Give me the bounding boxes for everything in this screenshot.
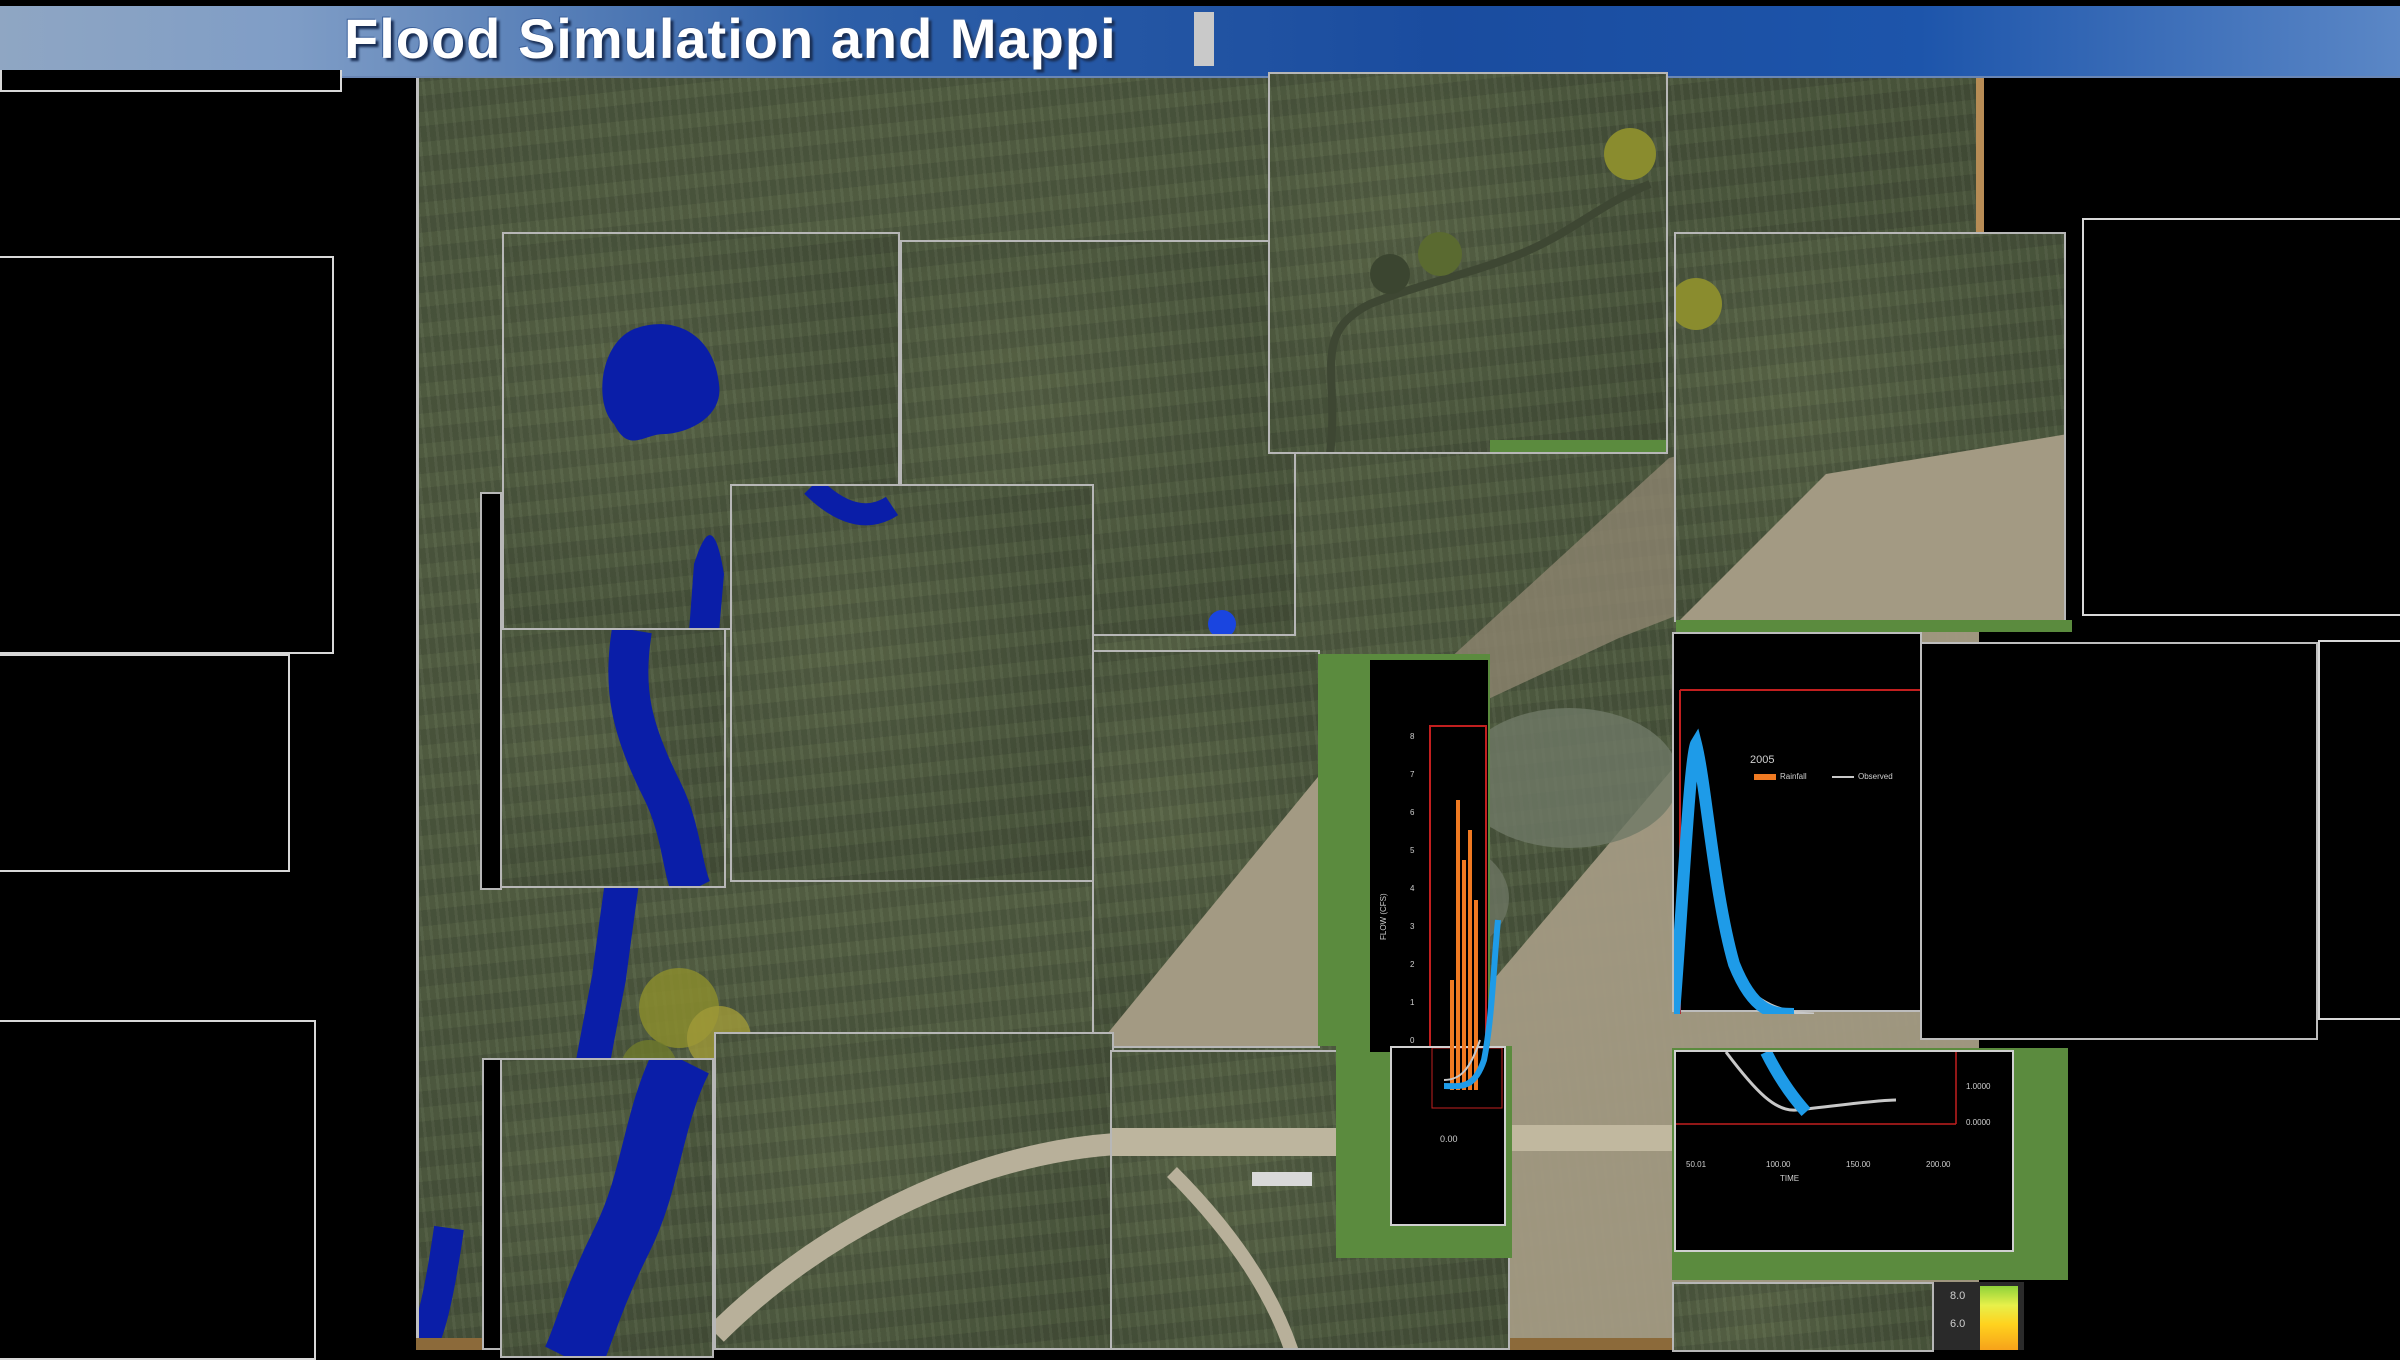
color-scale-panel: 8.0 6.0 — [1934, 1282, 2024, 1350]
right-hydrograph-chart-lower[interactable]: 1.0000 0.0000 50.01 100.00 150.00 200.00… — [1674, 1049, 2014, 1252]
legend-observed-label: Observed — [1858, 772, 1893, 781]
left-chart-y-label: FLOW (CFS) — [1379, 893, 1388, 940]
left-chart-y-tick: 0 — [1410, 1036, 1415, 1045]
text-cursor — [1194, 12, 1214, 66]
left-chart-series — [1443, 800, 1501, 1090]
page-title: Flood Simulation and Mappi — [344, 7, 1117, 70]
empty-window-right-2[interactable] — [2318, 640, 2400, 1020]
left-chart-y-tick: 2 — [1410, 960, 1415, 969]
chart-year-label: 2005 — [1750, 754, 1775, 766]
right-hydrograph-plot — [1668, 689, 1920, 1020]
empty-window-left-3[interactable] — [0, 1020, 316, 1360]
map-tile-6[interactable] — [490, 628, 726, 888]
x-tick-2: 100.00 — [1766, 1160, 1791, 1169]
frame-green-strip-top — [1676, 620, 2072, 632]
right-axis-tick-1: 1.0000 — [1966, 1082, 1991, 1091]
left-chart-y-tick: 6 — [1410, 808, 1415, 817]
empty-window-right-1[interactable] — [2082, 218, 2400, 616]
map-tile-3[interactable] — [1268, 72, 1668, 454]
color-scale-tick-1: 8.0 — [1950, 1290, 1966, 1302]
x-tick-4: 200.00 — [1926, 1160, 1951, 1169]
empty-chart-panel[interactable] — [1920, 642, 2318, 1040]
flood-extent-5 — [804, 486, 899, 526]
map-tile-8[interactable] — [500, 1058, 714, 1358]
left-chart-y-tick: 3 — [1410, 922, 1415, 931]
flood-extent-6 — [608, 630, 711, 886]
window-frame-top-left — [0, 70, 342, 92]
map-tile-5[interactable] — [730, 484, 1094, 882]
tile-edge-strip-2 — [482, 1058, 502, 1350]
map-tile-7[interactable] — [1092, 650, 1320, 1048]
left-chart-y-tick: 7 — [1410, 770, 1415, 779]
color-scale-bar — [1980, 1286, 2018, 1350]
tile-3-green-strip — [1490, 440, 1666, 452]
left-chart-x-tick: 0.00 — [1440, 1134, 1458, 1144]
left-chart-y-tick: 1 — [1410, 998, 1415, 1007]
right-hydrograph-chart[interactable]: 2005 Rainfall Observed — [1668, 632, 1922, 1020]
right-axis-tick-2: 0.0000 — [1966, 1118, 1991, 1127]
color-scale-tick-2: 6.0 — [1950, 1318, 1966, 1330]
road-feature — [716, 1133, 1112, 1342]
construction-site — [1676, 278, 2064, 620]
left-chart-y-tick: 8 — [1410, 732, 1415, 741]
left-chart-y-tick: 4 — [1410, 884, 1415, 893]
left-chart-y-ticks: 8 7 6 5 4 3 2 1 0 — [1410, 720, 1428, 1060]
map-tile-11[interactable] — [1672, 1282, 1934, 1352]
construction-diagonal — [1097, 776, 1318, 1046]
x-tick-3: 150.00 — [1846, 1160, 1871, 1169]
map-tile-4[interactable] — [1674, 232, 2066, 622]
right-hydrograph-lower-plot — [1676, 1049, 1957, 1125]
creek-channel — [1326, 128, 1656, 452]
flood-extent-8 — [544, 1060, 710, 1356]
x-tick-1: 50.01 — [1686, 1160, 1707, 1169]
x-axis-label: TIME — [1780, 1174, 1800, 1183]
left-chart-y-tick: 5 — [1410, 846, 1415, 855]
map-tile-9[interactable] — [714, 1032, 1114, 1350]
tile-edge-strip — [480, 492, 502, 890]
legend-rainfall-label: Rainfall — [1780, 772, 1807, 781]
empty-window-left-1[interactable] — [0, 256, 334, 654]
empty-window-left-2[interactable] — [0, 654, 290, 872]
